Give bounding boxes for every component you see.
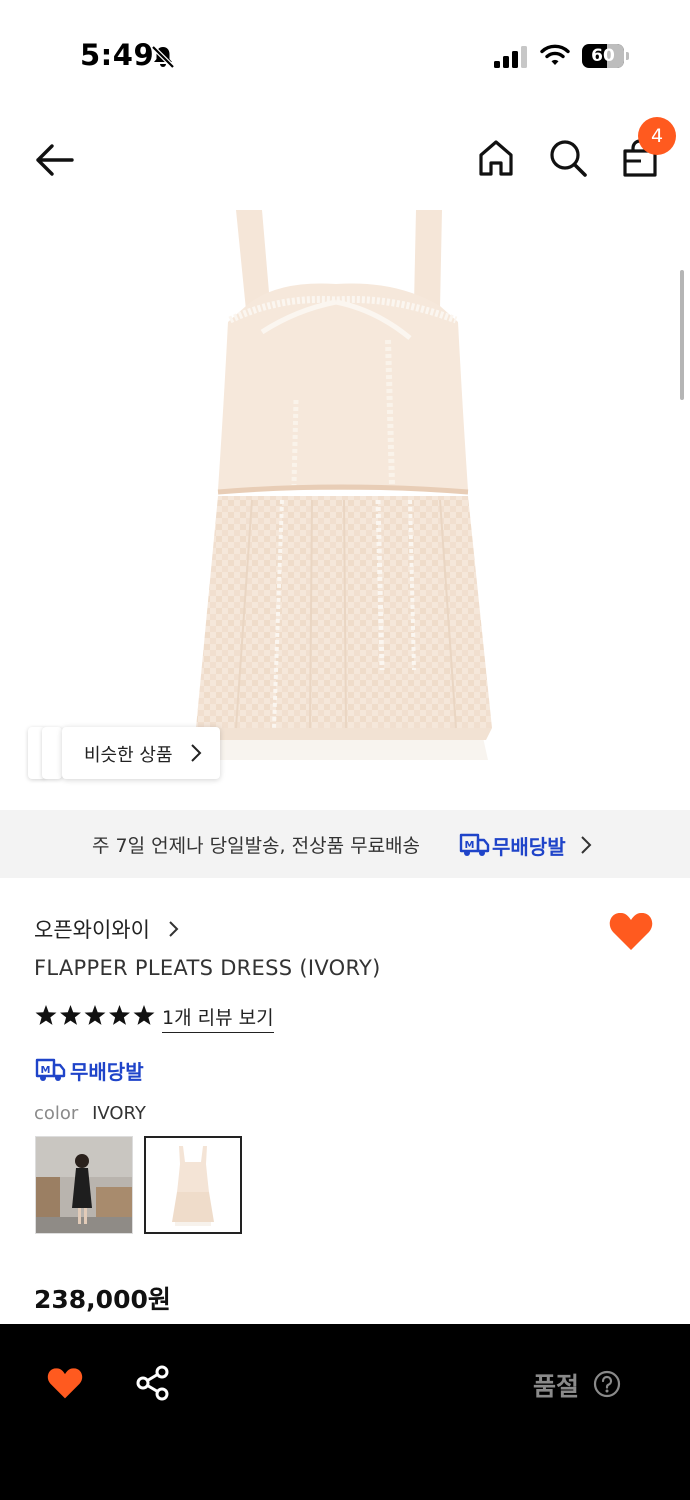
similar-products-button[interactable]: 비슷한 상품 [28,727,220,779]
star-icon [133,1005,155,1025]
back-button[interactable] [30,138,78,182]
shipping-banner-text: 주 7일 언제나 당일발송, 전상품 무료배송 [92,835,421,857]
product-title: FLAPPER PLEATS DRESS (IVORY) [34,956,381,980]
view-reviews-link[interactable]: 1개 리뷰 보기 [162,1003,274,1033]
cart-count-badge: 4 [638,117,676,155]
swatch-image [146,1138,240,1232]
sold-out-label: 품절 [533,1372,580,1401]
free-shipping-badge: M 무배당발 [34,1054,164,1084]
battery-indicator: 60 [582,44,630,68]
free-shipping-logo-text: 무배당발 [492,835,566,859]
svg-text:M: M [41,1065,51,1076]
delivery-truck-icon: M [35,1058,66,1081]
svg-text:M: M [465,840,475,851]
color-label: color [34,1103,79,1124]
swatch-image [36,1137,132,1233]
bottom-action-bar: 품절 [0,1324,690,1500]
color-swatch-ivory[interactable] [144,1136,242,1234]
arrow-left-icon [36,144,74,176]
star-icon [84,1005,106,1025]
help-question-icon[interactable] [593,1370,621,1398]
chevron-right-icon [581,836,592,854]
color-swatch-black[interactable] [35,1136,133,1234]
top-nav [0,120,690,200]
star-icon [109,1005,130,1025]
brand-name: 오픈와이와이 [34,918,150,942]
product-image-gallery[interactable] [0,200,690,808]
home-icon [479,140,513,176]
shipping-banner[interactable]: 주 7일 언제나 당일발송, 전상품 무료배송 M 무배당발 [0,810,690,878]
search-icon [550,140,587,177]
similar-products-label: 비슷한 상품 [84,745,173,766]
home-button[interactable] [474,136,518,180]
battery-percent: 60 [591,46,615,66]
product-price: 238,000원 [34,1285,171,1314]
delivery-truck-icon: M [459,833,490,856]
chevron-right-icon [191,744,202,762]
bell-off-icon [151,45,175,69]
image-scroll-indicator [680,270,684,400]
star-icon [60,1005,81,1025]
wifi-icon [540,44,570,65]
status-bar: 5:49 60 [0,0,690,110]
chevron-right-icon [169,921,179,937]
status-time: 5:49 [80,38,155,72]
star-rating [35,1005,155,1025]
star-icon [35,1005,57,1025]
share-icon[interactable] [134,1364,172,1402]
color-value: IVORY [92,1103,146,1124]
favorite-heart-icon[interactable] [608,910,654,952]
product-photo [196,210,492,760]
favorite-heart-icon[interactable] [46,1366,84,1400]
free-shipping-badge-text: 무배당발 [70,1060,144,1084]
color-row: color IVORY [34,1103,146,1124]
brand-link[interactable]: 오픈와이와이 [34,914,179,944]
cellular-signal-icon [494,46,527,68]
search-button[interactable] [546,136,590,180]
free-shipping-logo: M 무배당발 [458,829,578,859]
